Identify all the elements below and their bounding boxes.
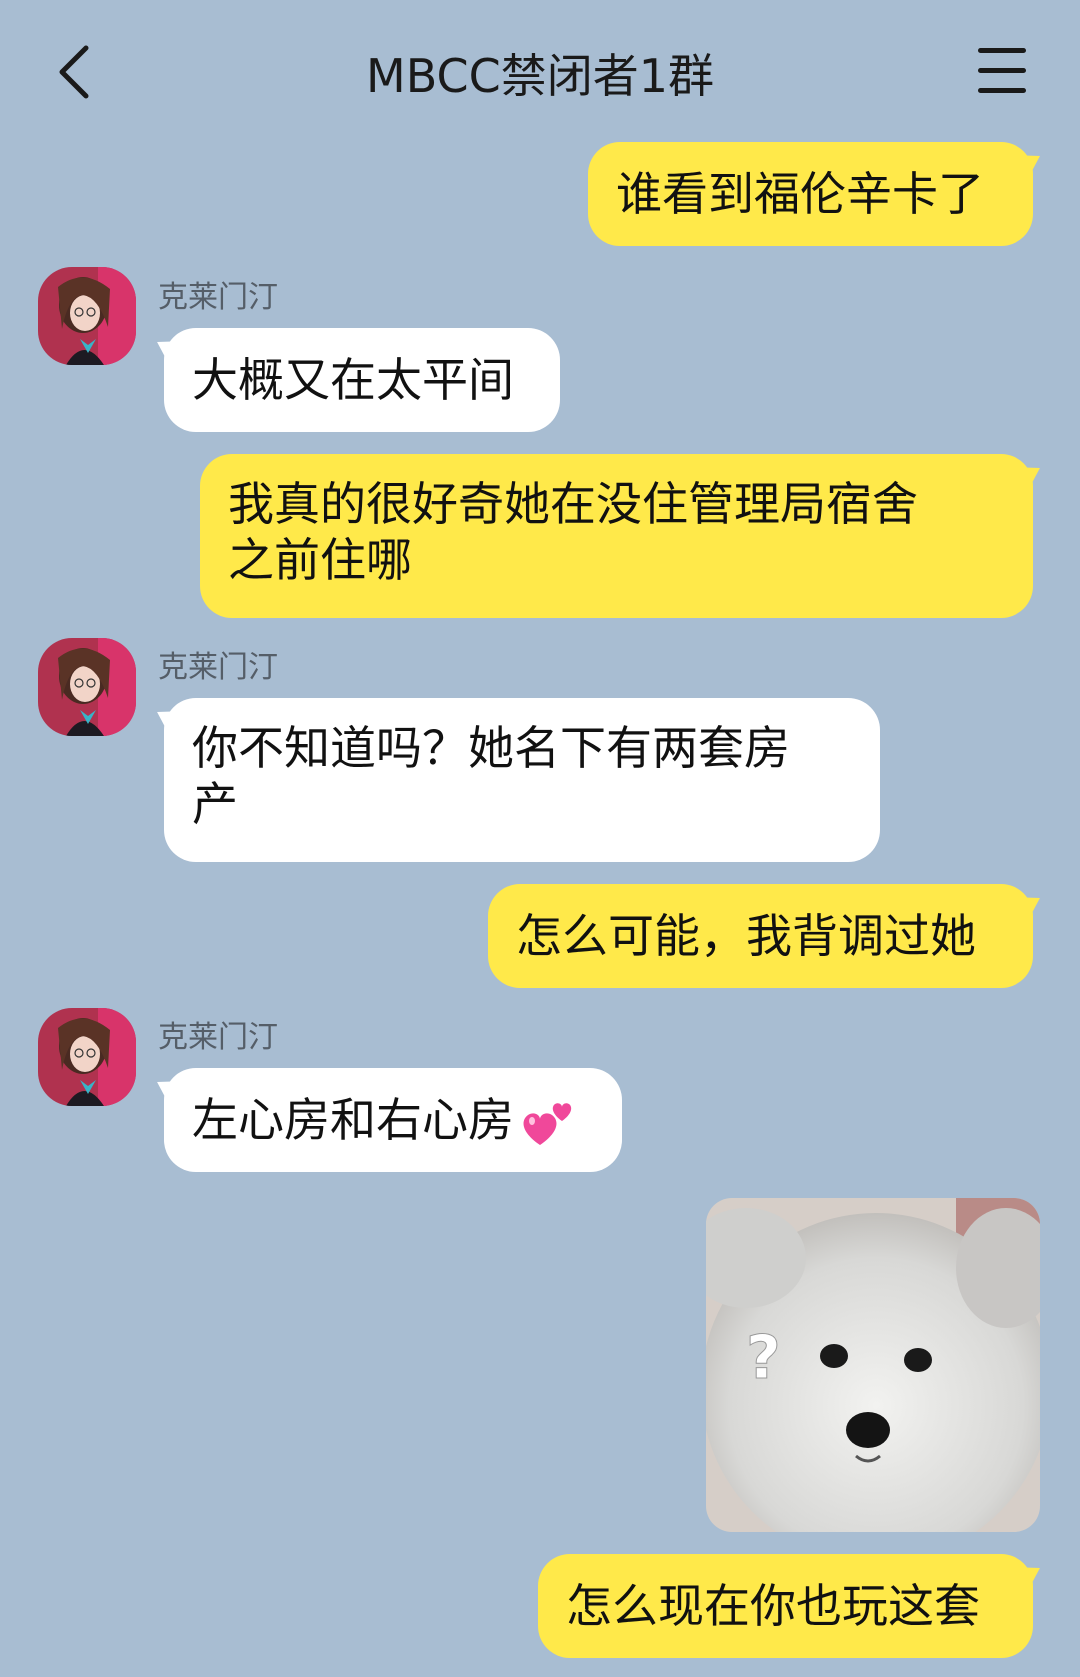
message-text: 我真的很好奇她在没住管理局宿舍 之前住哪: [228, 477, 918, 587]
message-text: 怎么现在你也玩这套: [566, 1579, 980, 1633]
confused-dog-sticker: ?: [706, 1198, 1040, 1532]
avatar-image: [38, 267, 136, 365]
message-bubble-outgoing[interactable]: 谁看到福伦辛卡了: [588, 142, 1033, 246]
message-text: 怎么可能，我背调过她: [516, 909, 976, 963]
image-message[interactable]: ?: [706, 1198, 1040, 1532]
avatar[interactable]: [38, 1008, 136, 1106]
svg-text:?: ?: [746, 1323, 781, 1393]
avatar[interactable]: [38, 638, 136, 736]
sender-name: 克莱门汀: [158, 1020, 278, 1055]
menu-button[interactable]: [976, 44, 1032, 100]
message-text: 大概又在太平间: [192, 353, 514, 407]
message-text: 左心房和右心房: [192, 1093, 514, 1147]
message-text: 谁看到福伦辛卡了: [616, 167, 984, 221]
chat-title: MBCC禁闭者1群: [366, 49, 714, 103]
chat-header: MBCC禁闭者1群: [0, 0, 1080, 140]
sender-name: 克莱门汀: [158, 650, 278, 685]
avatar-image: [38, 638, 136, 736]
two-hearts-icon: [523, 1103, 572, 1145]
avatar[interactable]: [38, 267, 136, 365]
message-bubble-incoming[interactable]: 大概又在太平间: [164, 328, 560, 432]
avatar-image: [38, 1008, 136, 1106]
sender-name: 克莱门汀: [158, 280, 278, 315]
message-bubble-incoming[interactable]: 左心房和右心房: [164, 1068, 622, 1172]
message-bubble-outgoing[interactable]: 怎么现在你也玩这套: [538, 1554, 1033, 1658]
message-bubble-incoming[interactable]: 你不知道吗？她名下有两套房 产: [164, 698, 880, 862]
message-bubble-outgoing[interactable]: 我真的很好奇她在没住管理局宿舍 之前住哪: [200, 454, 1033, 618]
message-bubble-outgoing[interactable]: 怎么可能，我背调过她: [488, 884, 1033, 988]
message-text: 你不知道吗？她名下有两套房 产: [192, 721, 790, 831]
